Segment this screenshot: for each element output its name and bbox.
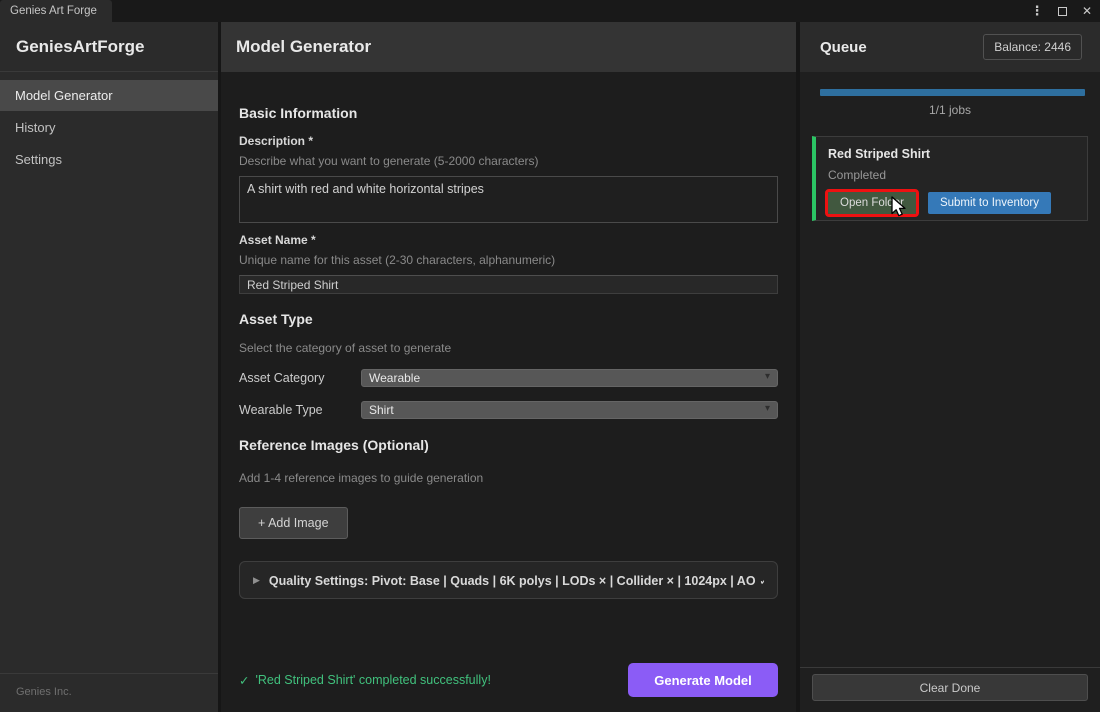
sidebar-item-history[interactable]: History — [0, 112, 218, 143]
queue-progress-fill — [820, 89, 1085, 96]
check-icon: ✓ — [239, 673, 249, 688]
status-text: 'Red Striped Shirt' completed successful… — [255, 673, 490, 687]
section-basic-information: Basic Information — [239, 105, 778, 121]
quality-settings-summary: Quality Settings: Pivot: Base | Quads | … — [269, 573, 764, 588]
job-actions: Open Folder Submit to Inventory — [828, 192, 1075, 214]
status-message: ✓ 'Red Striped Shirt' completed successf… — [239, 673, 491, 688]
wearable-type-select[interactable]: Shirt ▾ — [361, 401, 778, 419]
app-window: Genies Art Forge ⋮ ✕ GeniesArtForge Mode… — [0, 0, 1100, 712]
chevron-down-icon: ▾ — [765, 403, 770, 414]
sidebar-item-settings[interactable]: Settings — [0, 144, 218, 175]
asset-name-input[interactable] — [239, 275, 778, 294]
job-card: Red Striped Shirt Completed Open Folder … — [812, 136, 1088, 221]
quality-settings-foldout[interactable]: ▶ Quality Settings: Pivot: Base | Quads … — [239, 561, 778, 599]
company-label: Genies Inc. — [16, 686, 72, 698]
mouse-cursor-icon — [888, 196, 908, 218]
asset-type-hint: Select the category of asset to generate — [239, 341, 778, 355]
asset-category-row: Asset Category Wearable ▾ — [239, 369, 778, 387]
queue-progress-bar — [820, 89, 1085, 96]
chevron-down-icon: ▾ — [765, 371, 770, 382]
model-generator-form: Basic Information Description * Describe… — [221, 72, 796, 712]
description-hint: Describe what you want to generate (5-20… — [239, 154, 778, 168]
job-status-badge: Completed — [828, 168, 1075, 182]
queue-title: Queue — [820, 39, 867, 56]
asset-category-value: Wearable — [369, 371, 420, 385]
maximize-glyph — [1058, 7, 1067, 16]
tab-bar: Genies Art Forge ⋮ ✕ — [0, 0, 1100, 22]
kebab-menu-icon[interactable]: ⋮ — [1030, 3, 1044, 19]
tab-genies-art-forge[interactable]: Genies Art Forge — [0, 0, 112, 22]
description-label: Description * — [239, 134, 778, 148]
form-footer: ✓ 'Red Striped Shirt' completed successf… — [239, 663, 778, 697]
main-panel: Model Generator Basic Information Descri… — [221, 22, 796, 712]
asset-name-hint: Unique name for this asset (2-30 charact… — [239, 253, 778, 267]
wearable-type-value: Shirt — [369, 403, 394, 417]
section-reference-images: Reference Images (Optional) — [239, 437, 778, 453]
queue-panel: Queue Balance: 2446 1/1 jobs Red Striped… — [800, 22, 1100, 712]
jobs-count-label: 1/1 jobs — [800, 103, 1100, 117]
app-title: GeniesArtForge — [0, 22, 218, 71]
description-input[interactable]: A shirt with red and white horizontal st… — [239, 176, 778, 223]
job-title: Red Striped Shirt — [828, 147, 1075, 161]
sidebar-item-model-generator[interactable]: Model Generator — [0, 80, 218, 111]
section-asset-type: Asset Type — [239, 311, 778, 327]
page-title: Model Generator — [221, 22, 796, 72]
queue-footer-divider — [800, 667, 1100, 668]
queue-header: Queue Balance: 2446 — [800, 22, 1100, 72]
submit-to-inventory-button[interactable]: Submit to Inventory — [928, 192, 1051, 214]
foldout-arrow-icon: ▶ — [253, 575, 260, 586]
clear-done-button[interactable]: Clear Done — [812, 674, 1088, 701]
tab-title: Genies Art Forge — [10, 5, 97, 17]
close-icon[interactable]: ✕ — [1080, 3, 1094, 19]
sidebar: GeniesArtForge Model Generator History S… — [0, 22, 218, 712]
balance-button[interactable]: Balance: 2446 — [983, 34, 1082, 60]
window-controls: ⋮ ✕ — [1030, 0, 1094, 22]
wearable-type-label: Wearable Type — [239, 403, 361, 417]
wearable-type-row: Wearable Type Shirt ▾ — [239, 401, 778, 419]
generate-model-button[interactable]: Generate Model — [628, 663, 778, 697]
sidebar-footer: Genies Inc. — [0, 673, 218, 712]
maximize-icon[interactable] — [1055, 3, 1069, 19]
sidebar-nav: Model Generator History Settings — [0, 72, 218, 175]
asset-name-label: Asset Name * — [239, 233, 778, 247]
asset-category-select[interactable]: Wearable ▾ — [361, 369, 778, 387]
reference-images-hint: Add 1-4 reference images to guide genera… — [239, 471, 778, 485]
add-image-button[interactable]: + Add Image — [239, 507, 348, 539]
asset-category-label: Asset Category — [239, 371, 361, 385]
